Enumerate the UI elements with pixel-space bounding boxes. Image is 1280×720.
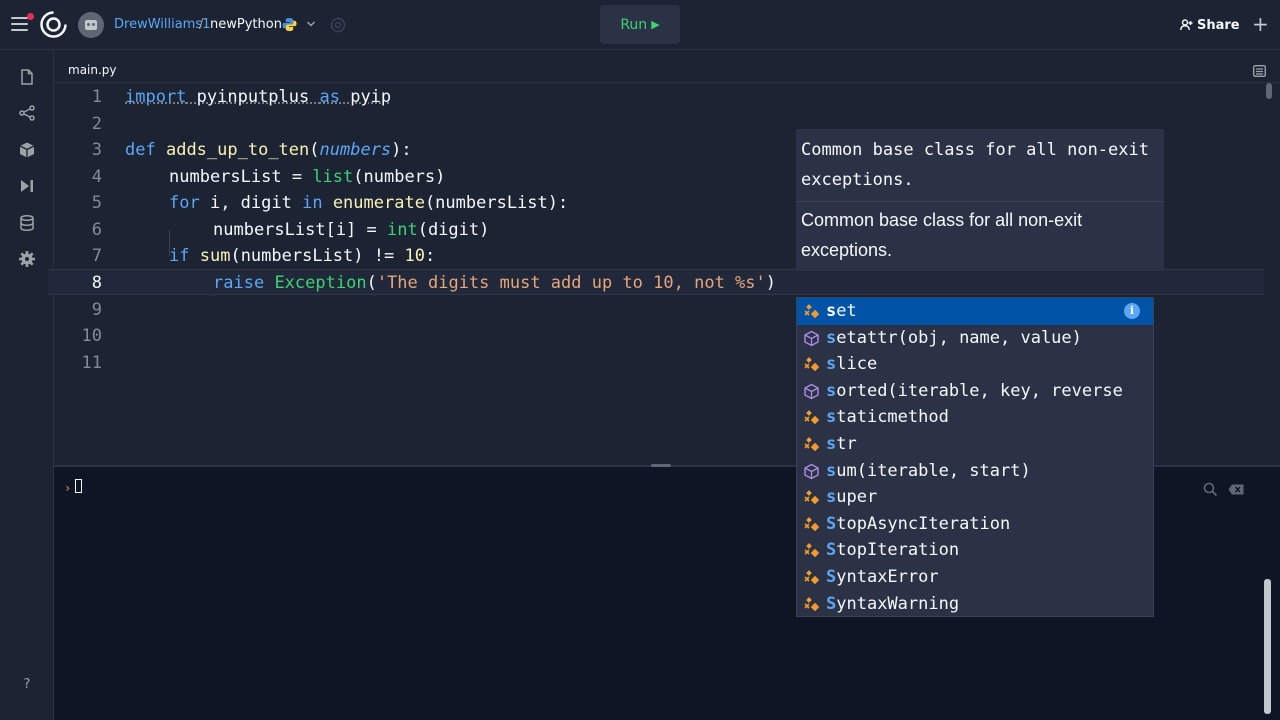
- files-icon[interactable]: [18, 68, 36, 86]
- suggestion-label: SyntaxError: [826, 567, 939, 587]
- add-person-icon: [1180, 19, 1193, 31]
- code-line[interactable]: 1 import pyinputplus as pyip: [54, 84, 1264, 110]
- run-button-label: Run: [620, 16, 648, 33]
- line-number: 4: [91, 167, 102, 187]
- clear-console-icon[interactable]: [1228, 484, 1244, 495]
- run-button[interactable]: Run ▶: [600, 5, 680, 44]
- code-line-current[interactable]: 8 raise Exception('The digits must add u…: [48, 269, 1264, 295]
- debugger-icon[interactable]: [18, 177, 36, 195]
- class-symbol-icon: [804, 596, 820, 611]
- line-number: 6: [91, 220, 102, 240]
- breadcrumb-separator: /: [199, 17, 204, 32]
- class-symbol-icon: [804, 410, 820, 425]
- line-number: 7: [91, 246, 102, 266]
- suggestion-label: StopAsyncIteration: [826, 513, 1011, 534]
- code-text: raise Exception('The digits must add up …: [213, 273, 776, 293]
- suggestion-label: staticmethod: [826, 407, 949, 428]
- console-scrollbar[interactable]: [1264, 579, 1271, 714]
- code-text: numbersList = list(numbers): [169, 167, 446, 187]
- suggestion-label: SyntaxWarning: [826, 593, 960, 614]
- suggestion-item[interactable]: SyntaxWarning: [797, 591, 1153, 616]
- breadcrumb-repl-name[interactable]: newPython: [210, 17, 282, 32]
- tab-main-py[interactable]: main.py: [68, 63, 117, 77]
- class-symbol-icon: [804, 304, 820, 319]
- line-number: 8: [91, 273, 102, 293]
- editor-tab-bar: main.py: [54, 51, 1280, 83]
- user-avatar[interactable]: [78, 12, 104, 38]
- line-number: 9: [91, 300, 102, 320]
- line-number: 3: [91, 140, 102, 160]
- suggestion-label: sorted(iterable, key, reverse: [826, 380, 1123, 401]
- line-number: 10: [81, 326, 102, 346]
- console-cursor: [75, 479, 82, 493]
- suggestion-label: str: [826, 434, 857, 454]
- hover-documentation: Common base class for all non-exit excep…: [796, 129, 1164, 271]
- class-symbol-icon: [804, 516, 820, 532]
- suggestion-item[interactable]: StopIteration: [797, 537, 1153, 564]
- left-sidebar: ?: [0, 51, 54, 720]
- search-icon[interactable]: [1203, 482, 1218, 497]
- code-text: for i, digit in enumerate(numbersList):: [169, 193, 569, 213]
- class-symbol-icon: [804, 543, 820, 558]
- line-number: 5: [91, 193, 102, 213]
- code-text: def adds_up_to_ten(numbers):: [125, 140, 412, 160]
- suggestion-item[interactable]: staticmethod: [797, 404, 1153, 431]
- suggestion-label: StopIteration: [826, 540, 960, 561]
- suggestion-label: set: [826, 301, 857, 321]
- top-bar: DrewWilliams1 / newPython Run ▶ Share +: [0, 0, 1280, 50]
- autocomplete-list[interactable]: set i setattr(obj, name, value) slice sorted…: [796, 297, 1154, 617]
- suggestion-label: super: [826, 487, 878, 508]
- breadcrumb-username[interactable]: DrewWilliams1: [114, 17, 210, 32]
- replit-logo-icon[interactable]: [40, 11, 67, 38]
- function-cube-icon: [804, 383, 819, 400]
- suggestion-item[interactable]: super: [797, 484, 1153, 511]
- console-prompt: ›: [64, 481, 72, 495]
- hover-description: Common base class for all non-exit excep…: [801, 210, 1083, 260]
- suggestion-item[interactable]: SyntaxError: [797, 564, 1153, 591]
- avatar-face-icon: [85, 20, 97, 30]
- suggestion-item[interactable]: set i: [797, 298, 1153, 325]
- code-text: import pyinputplus as pyip: [125, 87, 392, 107]
- help-icon[interactable]: ?: [18, 677, 36, 695]
- suggestion-item[interactable]: slice: [797, 351, 1153, 378]
- suggestion-item[interactable]: setattr(obj, name, value): [797, 325, 1153, 352]
- code-text: numbersList[i] = int(digit): [213, 220, 490, 240]
- line-number: 1: [91, 87, 102, 107]
- code-text: if sum(numbersList) != 10:: [169, 246, 436, 266]
- hamburger-menu-icon[interactable]: [11, 17, 28, 31]
- hover-signature: Common base class for all non-exit excep…: [801, 140, 1149, 190]
- layout-toggle-icon[interactable]: [1253, 65, 1266, 77]
- chevron-down-icon[interactable]: [306, 19, 316, 29]
- share-button[interactable]: Share: [1180, 11, 1242, 39]
- function-cube-icon: [804, 463, 819, 479]
- suggestion-item[interactable]: sorted(iterable, key, reverse: [797, 378, 1153, 405]
- settings-gear-icon[interactable]: [18, 250, 36, 268]
- version-control-icon[interactable]: [18, 104, 36, 122]
- packages-cube-icon[interactable]: [18, 141, 36, 159]
- database-icon[interactable]: [18, 214, 36, 232]
- class-symbol-icon: [804, 570, 820, 585]
- class-symbol-icon: [804, 357, 820, 372]
- notification-dot: [27, 13, 34, 20]
- line-number: 11: [81, 353, 102, 373]
- share-button-label: Share: [1197, 17, 1240, 33]
- line-number: 2: [91, 114, 102, 134]
- play-icon: ▶: [651, 18, 660, 31]
- sync-status-icon: [330, 17, 346, 33]
- class-symbol-icon: [804, 490, 820, 505]
- suggestion-label: setattr(obj, name, value): [826, 327, 1082, 348]
- class-symbol-icon: [804, 437, 820, 452]
- editor-scrollbar[interactable]: [1266, 83, 1272, 99]
- python-language-icon[interactable]: [282, 17, 297, 32]
- suggestion-item[interactable]: str: [797, 431, 1153, 458]
- info-icon[interactable]: i: [1124, 303, 1140, 319]
- suggestion-label: slice: [826, 354, 878, 375]
- suggestion-item[interactable]: StopAsyncIteration: [797, 511, 1153, 538]
- suggestion-item[interactable]: sum(iterable, start): [797, 458, 1153, 485]
- hover-divider: [796, 201, 1164, 202]
- function-cube-icon: [804, 330, 819, 346]
- plus-icon[interactable]: +: [1252, 14, 1269, 34]
- suggestion-label: sum(iterable, start): [826, 460, 1031, 481]
